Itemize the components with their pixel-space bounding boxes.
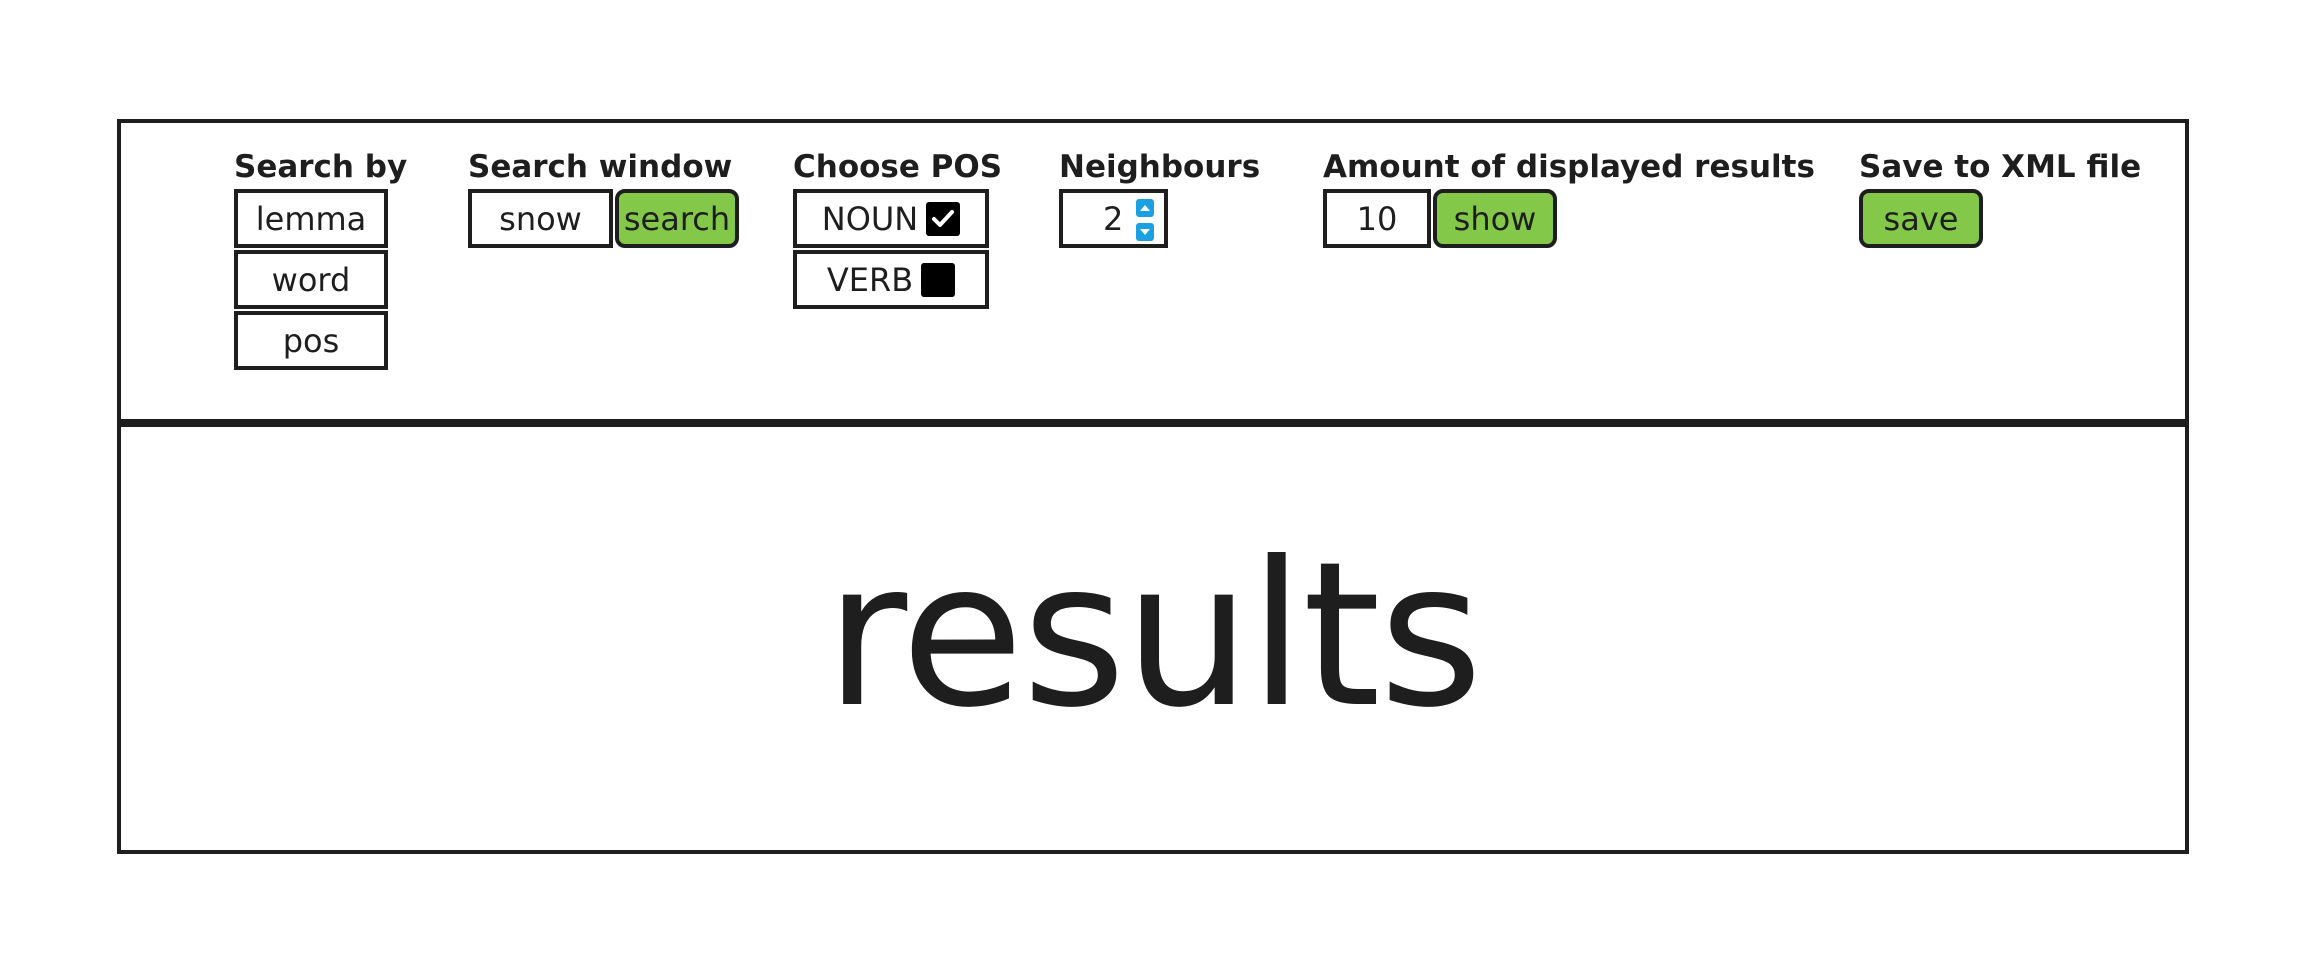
results-label: results [824,518,1483,752]
save-xml-title: Save to XML file [1859,149,2142,185]
save-xml-group: Save to XML file [1859,147,2141,187]
search-window-group: Search window [468,147,732,187]
pos-noun-checkbox[interactable] [926,201,961,236]
search-button[interactable]: search [615,189,739,248]
choose-pos-title: Choose POS [793,149,1003,185]
save-button-label: save [1883,199,1959,238]
neighbours-group: Neighbours [1059,147,1260,187]
search-by-lemma-label: lemma [255,199,367,238]
search-by-word-option[interactable]: word [234,250,388,309]
search-by-word-label: word [271,260,351,299]
amount-results-input[interactable]: 10 [1323,189,1431,248]
neighbours-spinner [1136,199,1154,243]
search-input-value: snow [499,199,582,238]
app-frame: Search by lemma word pos Search window s… [117,119,2189,854]
results-area: results [121,427,2185,854]
chevron-up-icon[interactable] [1136,199,1154,217]
pos-verb-option[interactable]: VERB [793,250,989,309]
search-by-title: Search by [234,149,408,185]
search-window-title: Search window [468,149,733,185]
toolbar: Search by lemma word pos Search window s… [121,123,2185,427]
amount-results-title: Amount of displayed results [1323,149,1815,185]
show-button[interactable]: show [1433,189,1557,248]
search-input[interactable]: snow [468,189,613,248]
choose-pos-group: Choose POS [793,147,1002,187]
neighbours-title: Neighbours [1059,149,1261,185]
search-by-pos-option[interactable]: pos [234,311,388,370]
neighbours-stepper[interactable]: 2 [1059,189,1168,248]
pos-noun-label: NOUN [821,199,919,238]
neighbours-value: 2 [1103,199,1124,238]
save-button[interactable]: save [1859,189,1983,248]
amount-results-value: 10 [1356,199,1398,238]
show-button-label: show [1453,199,1537,238]
search-button-label: search [623,199,731,238]
checkmark-icon [932,209,955,227]
pos-noun-option[interactable]: NOUN [793,189,989,248]
search-by-group: Search by [234,147,407,187]
chevron-down-icon[interactable] [1136,223,1154,241]
search-by-pos-label: pos [282,321,340,360]
search-by-lemma-option[interactable]: lemma [234,189,388,248]
amount-results-group: Amount of displayed results [1323,147,1815,187]
pos-verb-label: VERB [826,260,914,299]
pos-verb-checkbox[interactable] [921,262,956,297]
